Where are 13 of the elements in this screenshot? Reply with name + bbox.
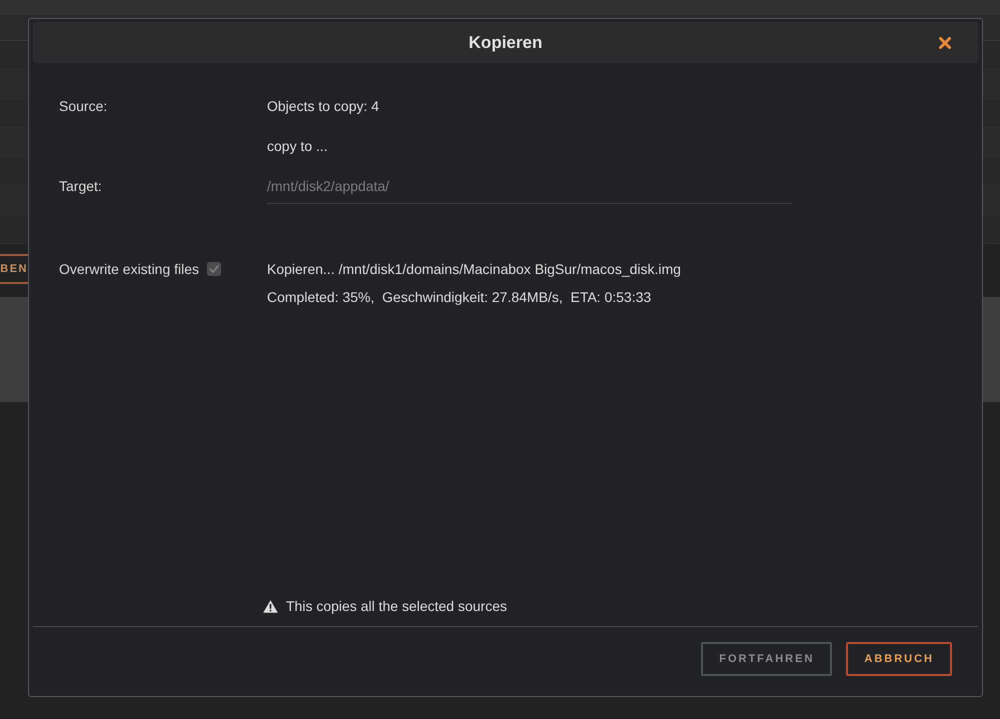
progress-text: Completed: 35%, Geschwindigkeit: 27.84MB/s, ETA: 0:53:33 (267, 288, 652, 307)
progress-text: Kopieren... /mnt/disk1/domains/Macinabox BigSur/macos_disk.img (267, 260, 681, 279)
field-value: Objects to copy: 4 (267, 98, 380, 114)
dialog-title: Kopieren (468, 32, 542, 52)
warning-icon (263, 600, 278, 612)
checkbox-label: Overwrite existing files (59, 260, 200, 279)
notice-text: This copies all the selected sources (286, 598, 507, 614)
field-label: Target: (59, 178, 102, 194)
cancel-button[interactable]: ABBRUCH (846, 642, 952, 676)
field-label: Source: (59, 98, 108, 114)
hint-text: copy to ... (267, 138, 328, 154)
target-input[interactable]: /mnt/disk2/appdata/ (267, 168, 792, 204)
close-icon[interactable] (939, 36, 951, 48)
